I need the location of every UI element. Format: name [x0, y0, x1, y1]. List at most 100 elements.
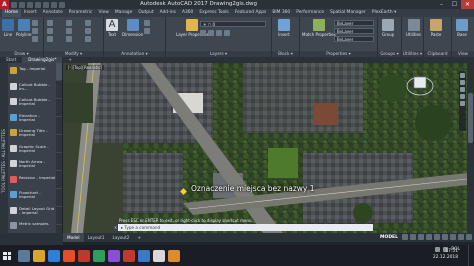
- taskbar-app-icon[interactable]: [33, 249, 45, 262]
- palette-tab[interactable]: [56, 63, 62, 81]
- undo-icon[interactable]: [51, 1, 57, 8]
- snap-icon[interactable]: [410, 234, 416, 240]
- taskbar-app-icon[interactable]: [18, 249, 30, 262]
- text-button[interactable]: A Text: [106, 19, 118, 37]
- palette-tool[interactable]: Revision - Imperial: [10, 175, 56, 183]
- save-icon[interactable]: [27, 1, 33, 8]
- layer-off-icon[interactable]: [200, 30, 206, 36]
- palette-tab[interactable]: [56, 207, 62, 225]
- ribbon-tab[interactable]: A360: [179, 9, 196, 17]
- clock[interactable]: 17:51 22.12.2018: [433, 249, 458, 261]
- linetype-dropdown[interactable]: ByLayer: [334, 28, 374, 34]
- maximize-button[interactable]: ☐: [448, 0, 461, 9]
- ribbon-tab[interactable]: Express Tools: [196, 9, 231, 17]
- color-dropdown[interactable]: ByLayer: [334, 20, 374, 26]
- lineweight-dropdown[interactable]: ByLayer: [334, 36, 374, 42]
- autocad-logo-icon[interactable]: A: [0, 0, 9, 9]
- palette-tool[interactable]: Callout Bubble - Im...: [10, 82, 56, 92]
- layout-tab[interactable]: Layout2: [108, 233, 133, 242]
- ribbon-tab[interactable]: Featured Apps: [232, 9, 270, 17]
- showmotion-icon[interactable]: [460, 101, 465, 106]
- palette-tool[interactable]: Graphic Scale - Imperial: [10, 144, 56, 154]
- taskbar-app-icon[interactable]: [63, 249, 75, 262]
- taskbar-app-icon[interactable]: [123, 249, 135, 262]
- ribbon-tab[interactable]: Performance: [293, 9, 327, 17]
- show-desktop-button[interactable]: [468, 245, 474, 266]
- utilities-button[interactable]: Utilities: [406, 19, 421, 37]
- workspace-gear-icon[interactable]: [458, 234, 464, 240]
- trim-icon[interactable]: [85, 20, 91, 26]
- array-icon[interactable]: [85, 36, 91, 42]
- palette-tab[interactable]: [56, 117, 62, 135]
- table-icon[interactable]: [144, 28, 150, 34]
- circle-icon[interactable]: [32, 20, 38, 26]
- ribbon-tab[interactable]: Annotate: [40, 9, 66, 17]
- layer-lock-icon[interactable]: [224, 30, 230, 36]
- taskbar-app-icon[interactable]: [48, 249, 60, 262]
- start-button[interactable]: [0, 245, 14, 266]
- mirror-icon[interactable]: [66, 28, 72, 34]
- save-as-icon[interactable]: [35, 1, 41, 8]
- plot-icon[interactable]: [43, 1, 49, 8]
- steering-wheel-icon[interactable]: [460, 73, 465, 78]
- zoom-icon[interactable]: [460, 87, 465, 92]
- taskbar-app-icon[interactable]: [78, 249, 90, 262]
- scrollbar-thumb[interactable]: [468, 93, 473, 143]
- annotation-scale-icon[interactable]: [450, 234, 456, 240]
- ribbon-tab[interactable]: Output: [135, 9, 156, 17]
- layout-tab[interactable]: Model: [63, 233, 84, 242]
- palette-tool[interactable]: Flowchart - Imperial: [10, 190, 56, 200]
- layer-dropdown[interactable]: ☀ ◻ 0: [200, 21, 266, 27]
- palette-tab[interactable]: [56, 189, 62, 207]
- palette-title-bar[interactable]: TOOL PALETTES - ALL PALETTES: [0, 63, 8, 256]
- grid-icon[interactable]: [402, 234, 408, 240]
- ribbon-tab[interactable]: Parametric: [66, 9, 96, 17]
- command-input[interactable]: ▸ Type a command: [118, 225, 160, 230]
- pushpin-marker-icon[interactable]: [180, 188, 187, 195]
- rectangle-icon[interactable]: [32, 36, 38, 42]
- new-layout-button[interactable]: +: [133, 233, 145, 242]
- layout-tab[interactable]: Layout1: [84, 233, 109, 242]
- palette-tab[interactable]: [56, 99, 62, 117]
- ortho-icon[interactable]: [418, 234, 424, 240]
- taskbar-app-icon[interactable]: [138, 249, 150, 262]
- leader-icon[interactable]: [144, 20, 150, 26]
- customization-menu-icon[interactable]: [466, 234, 472, 240]
- ribbon-tab[interactable]: Spatial Manager: [327, 9, 369, 17]
- palette-tool[interactable]: Callout Bubble - Imperial: [10, 97, 56, 107]
- close-button[interactable]: ✕: [461, 0, 474, 9]
- open-icon[interactable]: [19, 1, 25, 8]
- match-properties-button[interactable]: Match Properties: [302, 19, 336, 37]
- drawing-canvas[interactable]: [-][Top][Realistic] Oznaczenie miejsca b…: [63, 63, 467, 233]
- ribbon-tab[interactable]: PlexEarth ▾: [369, 9, 399, 17]
- ribbon-tab[interactable]: Add-ins: [157, 9, 179, 17]
- palette-tool[interactable]: Drawing Title - Imperial: [10, 128, 56, 138]
- ribbon-tab[interactable]: Manage: [112, 9, 135, 17]
- command-line[interactable]: ✕ ▸ Type a command: [113, 224, 373, 231]
- move-icon[interactable]: [47, 20, 53, 26]
- rotate-icon[interactable]: [66, 20, 72, 26]
- taskbar-app-icon[interactable]: [93, 249, 105, 262]
- palette-tool[interactable]: North Arrow - Imperial: [10, 159, 56, 169]
- palette-tab[interactable]: [56, 135, 62, 153]
- vertical-scrollbar[interactable]: [467, 63, 474, 233]
- palette-tab[interactable]: [56, 81, 62, 99]
- dimension-button[interactable]: Dimension: [122, 19, 143, 37]
- palette-tab[interactable]: [56, 153, 62, 171]
- ribbon-tab[interactable]: Home: [2, 9, 21, 17]
- fillet-icon[interactable]: [85, 28, 91, 34]
- lineweight-icon[interactable]: [442, 234, 448, 240]
- polyline-button[interactable]: Polyline: [16, 19, 31, 37]
- palette-tool[interactable]: Elevation - Imperial: [10, 113, 56, 123]
- line-button[interactable]: Line: [2, 19, 14, 37]
- base-view-button[interactable]: Base: [456, 19, 468, 37]
- taskbar-app-icon[interactable]: [108, 249, 120, 262]
- model-space-toggle[interactable]: MODEL: [380, 235, 398, 240]
- arc-icon[interactable]: [32, 28, 38, 34]
- taskbar-app-icon[interactable]: [153, 249, 165, 262]
- scale-icon[interactable]: [66, 36, 72, 42]
- viewport-controls[interactable]: [-][Top][Realistic]: [66, 65, 105, 70]
- new-icon[interactable]: [11, 1, 17, 8]
- orbit-icon[interactable]: [460, 94, 465, 99]
- taskbar-app-icon[interactable]: [168, 249, 180, 262]
